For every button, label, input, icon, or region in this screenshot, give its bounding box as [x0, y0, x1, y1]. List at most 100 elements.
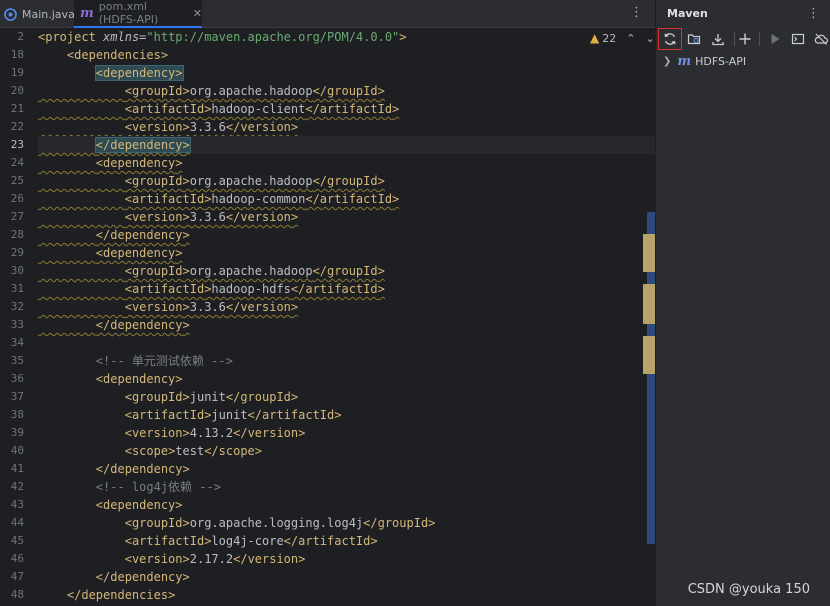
close-icon[interactable]: ✕	[193, 7, 202, 20]
line-number: 38	[10, 408, 24, 421]
code-line: <artifactId>hadoop-hdfs</artifactId>	[124, 282, 385, 296]
line-number: 33	[10, 318, 24, 331]
tab-main-java[interactable]: Main.java	[0, 0, 75, 28]
warning-count: 22	[602, 31, 617, 45]
code-line: <artifactId>hadoop-common</artifactId>	[124, 192, 400, 206]
execute-maven-goal-button[interactable]	[786, 28, 810, 50]
cloud-off-icon	[814, 33, 828, 45]
maven-m-icon: m	[677, 53, 692, 69]
line-number: 44	[10, 516, 24, 529]
line-number: 32	[10, 300, 24, 313]
toggle-offline-mode-button[interactable]	[809, 28, 830, 50]
artifact-id-value: log4j-core	[211, 534, 284, 548]
code-line: <version>2.17.2</version>	[124, 552, 306, 566]
plus-icon	[739, 33, 751, 45]
more-vertical-icon[interactable]: ⋮	[807, 6, 820, 21]
xmlns-value: "http://maven.apache.org/POM/4.0.0"	[146, 30, 400, 44]
version-value: 2.17.2	[189, 552, 234, 566]
download-sources-button[interactable]	[706, 28, 730, 50]
chevron-down-icon[interactable]: ⌄	[645, 32, 654, 45]
tab-label: Main.java	[22, 7, 75, 21]
code-line: <dependency>	[95, 246, 183, 260]
folder-refresh-icon	[687, 34, 701, 45]
add-maven-project-button[interactable]	[733, 28, 757, 50]
line-number: 19	[10, 66, 24, 79]
line-number: 31	[10, 282, 24, 295]
maven-project-node[interactable]: ❯ m HDFS-API	[663, 53, 746, 69]
more-vertical-icon[interactable]: ⋮	[630, 6, 643, 20]
code-line: <groupId>org.apache.hadoop</groupId>	[124, 264, 385, 278]
code-line: <dependency>	[95, 156, 183, 170]
line-number: 39	[10, 426, 24, 439]
code-line: <project xmlns="http://maven.apache.org/…	[38, 30, 407, 44]
version-value: 4.13.2	[189, 426, 234, 440]
group-id-value: junit	[189, 390, 226, 404]
editor-pane[interactable]: Main.java m pom.xml (HDFS-API) ✕ ⋮ 2 18 19…	[0, 0, 655, 606]
line-number: 29	[10, 246, 24, 259]
warning-marker[interactable]	[643, 284, 655, 324]
watermark: CSDN @youka 150	[687, 582, 810, 597]
reload-maven-projects-button[interactable]	[658, 28, 682, 50]
code-line: <version>3.3.6</version>	[124, 120, 299, 134]
code-line: </dependencies>	[66, 588, 176, 602]
artifact-id-value: hadoop-client	[211, 102, 306, 116]
line-number: 20	[10, 84, 24, 97]
version-value: 3.3.6	[189, 120, 226, 134]
code-line: <!-- log4j依赖 -->	[38, 478, 655, 496]
line-number: 2	[17, 30, 24, 43]
code-line: <dependency>	[94, 65, 184, 81]
tab-pom-xml[interactable]: m pom.xml (HDFS-API) ✕	[74, 0, 202, 28]
code-line: <dependency>	[95, 498, 183, 512]
code-line: <artifactId>log4j-core</artifactId>	[124, 534, 378, 548]
editor-tab-bar: Main.java m pom.xml (HDFS-API) ✕ ⋮	[0, 0, 655, 28]
line-number: 24	[10, 156, 24, 169]
scope-value: test	[175, 444, 205, 458]
java-class-icon	[4, 7, 17, 21]
line-number: 45	[10, 534, 24, 547]
code-line: <version>3.3.6</version>	[124, 210, 299, 224]
line-number: 40	[10, 444, 24, 457]
tab-label: pom.xml (HDFS-API)	[98, 0, 159, 26]
artifact-id-value: hadoop-common	[211, 192, 306, 206]
line-number: 46	[10, 552, 24, 565]
chevron-right-icon[interactable]: ❯	[663, 56, 671, 67]
version-value: 3.3.6	[189, 300, 226, 314]
code-line: <groupId>org.apache.logging.log4j</group…	[124, 516, 436, 530]
code-line: <scope>test</scope>	[124, 444, 263, 458]
warning-marker[interactable]	[643, 336, 655, 374]
code-line: <version>3.3.6</version>	[124, 300, 299, 314]
chevron-up-icon[interactable]: ⌃	[626, 32, 635, 45]
code-line: <groupId>org.apache.hadoop</groupId>	[124, 174, 385, 188]
inspection-widget[interactable]: ▲ 22 ⌃ ⌄	[590, 31, 655, 45]
code-line: </dependency>	[95, 462, 190, 476]
code-line: <artifactId>junit</artifactId>	[124, 408, 342, 422]
play-icon	[771, 34, 780, 44]
code-line: <groupId>junit</groupId>	[124, 390, 299, 404]
code-line: <groupId>org.apache.hadoop</groupId>	[124, 84, 385, 98]
line-number: 21	[10, 102, 24, 115]
download-icon	[712, 34, 724, 46]
line-number: 42	[10, 480, 24, 493]
code-line: </dependency>	[95, 228, 190, 242]
code-line: </dependency>	[95, 318, 190, 332]
warning-marker[interactable]	[643, 234, 655, 272]
group-id-value: org.apache.hadoop	[189, 84, 313, 98]
artifact-id-value: junit	[211, 408, 248, 422]
warning-icon: ▲	[590, 31, 600, 45]
line-number: 47	[10, 570, 24, 583]
code-line: <!-- 单元测试依赖 -->	[38, 352, 655, 370]
run-maven-build-button[interactable]	[763, 28, 787, 50]
code-area[interactable]: <project xmlns="http://maven.apache.org/…	[38, 28, 655, 606]
line-number: 26	[10, 192, 24, 205]
line-number: 18	[10, 48, 24, 61]
code-line: </dependency>	[95, 570, 190, 584]
line-number: 43	[10, 498, 24, 511]
code-line-current: </dependency>	[38, 136, 655, 154]
line-number: 27	[10, 210, 24, 223]
code-line: <dependencies>	[66, 48, 169, 62]
line-number: 34	[10, 336, 24, 349]
group-id-value: org.apache.hadoop	[189, 174, 313, 188]
generate-sources-button[interactable]	[682, 28, 706, 50]
line-number: 23	[10, 138, 24, 151]
